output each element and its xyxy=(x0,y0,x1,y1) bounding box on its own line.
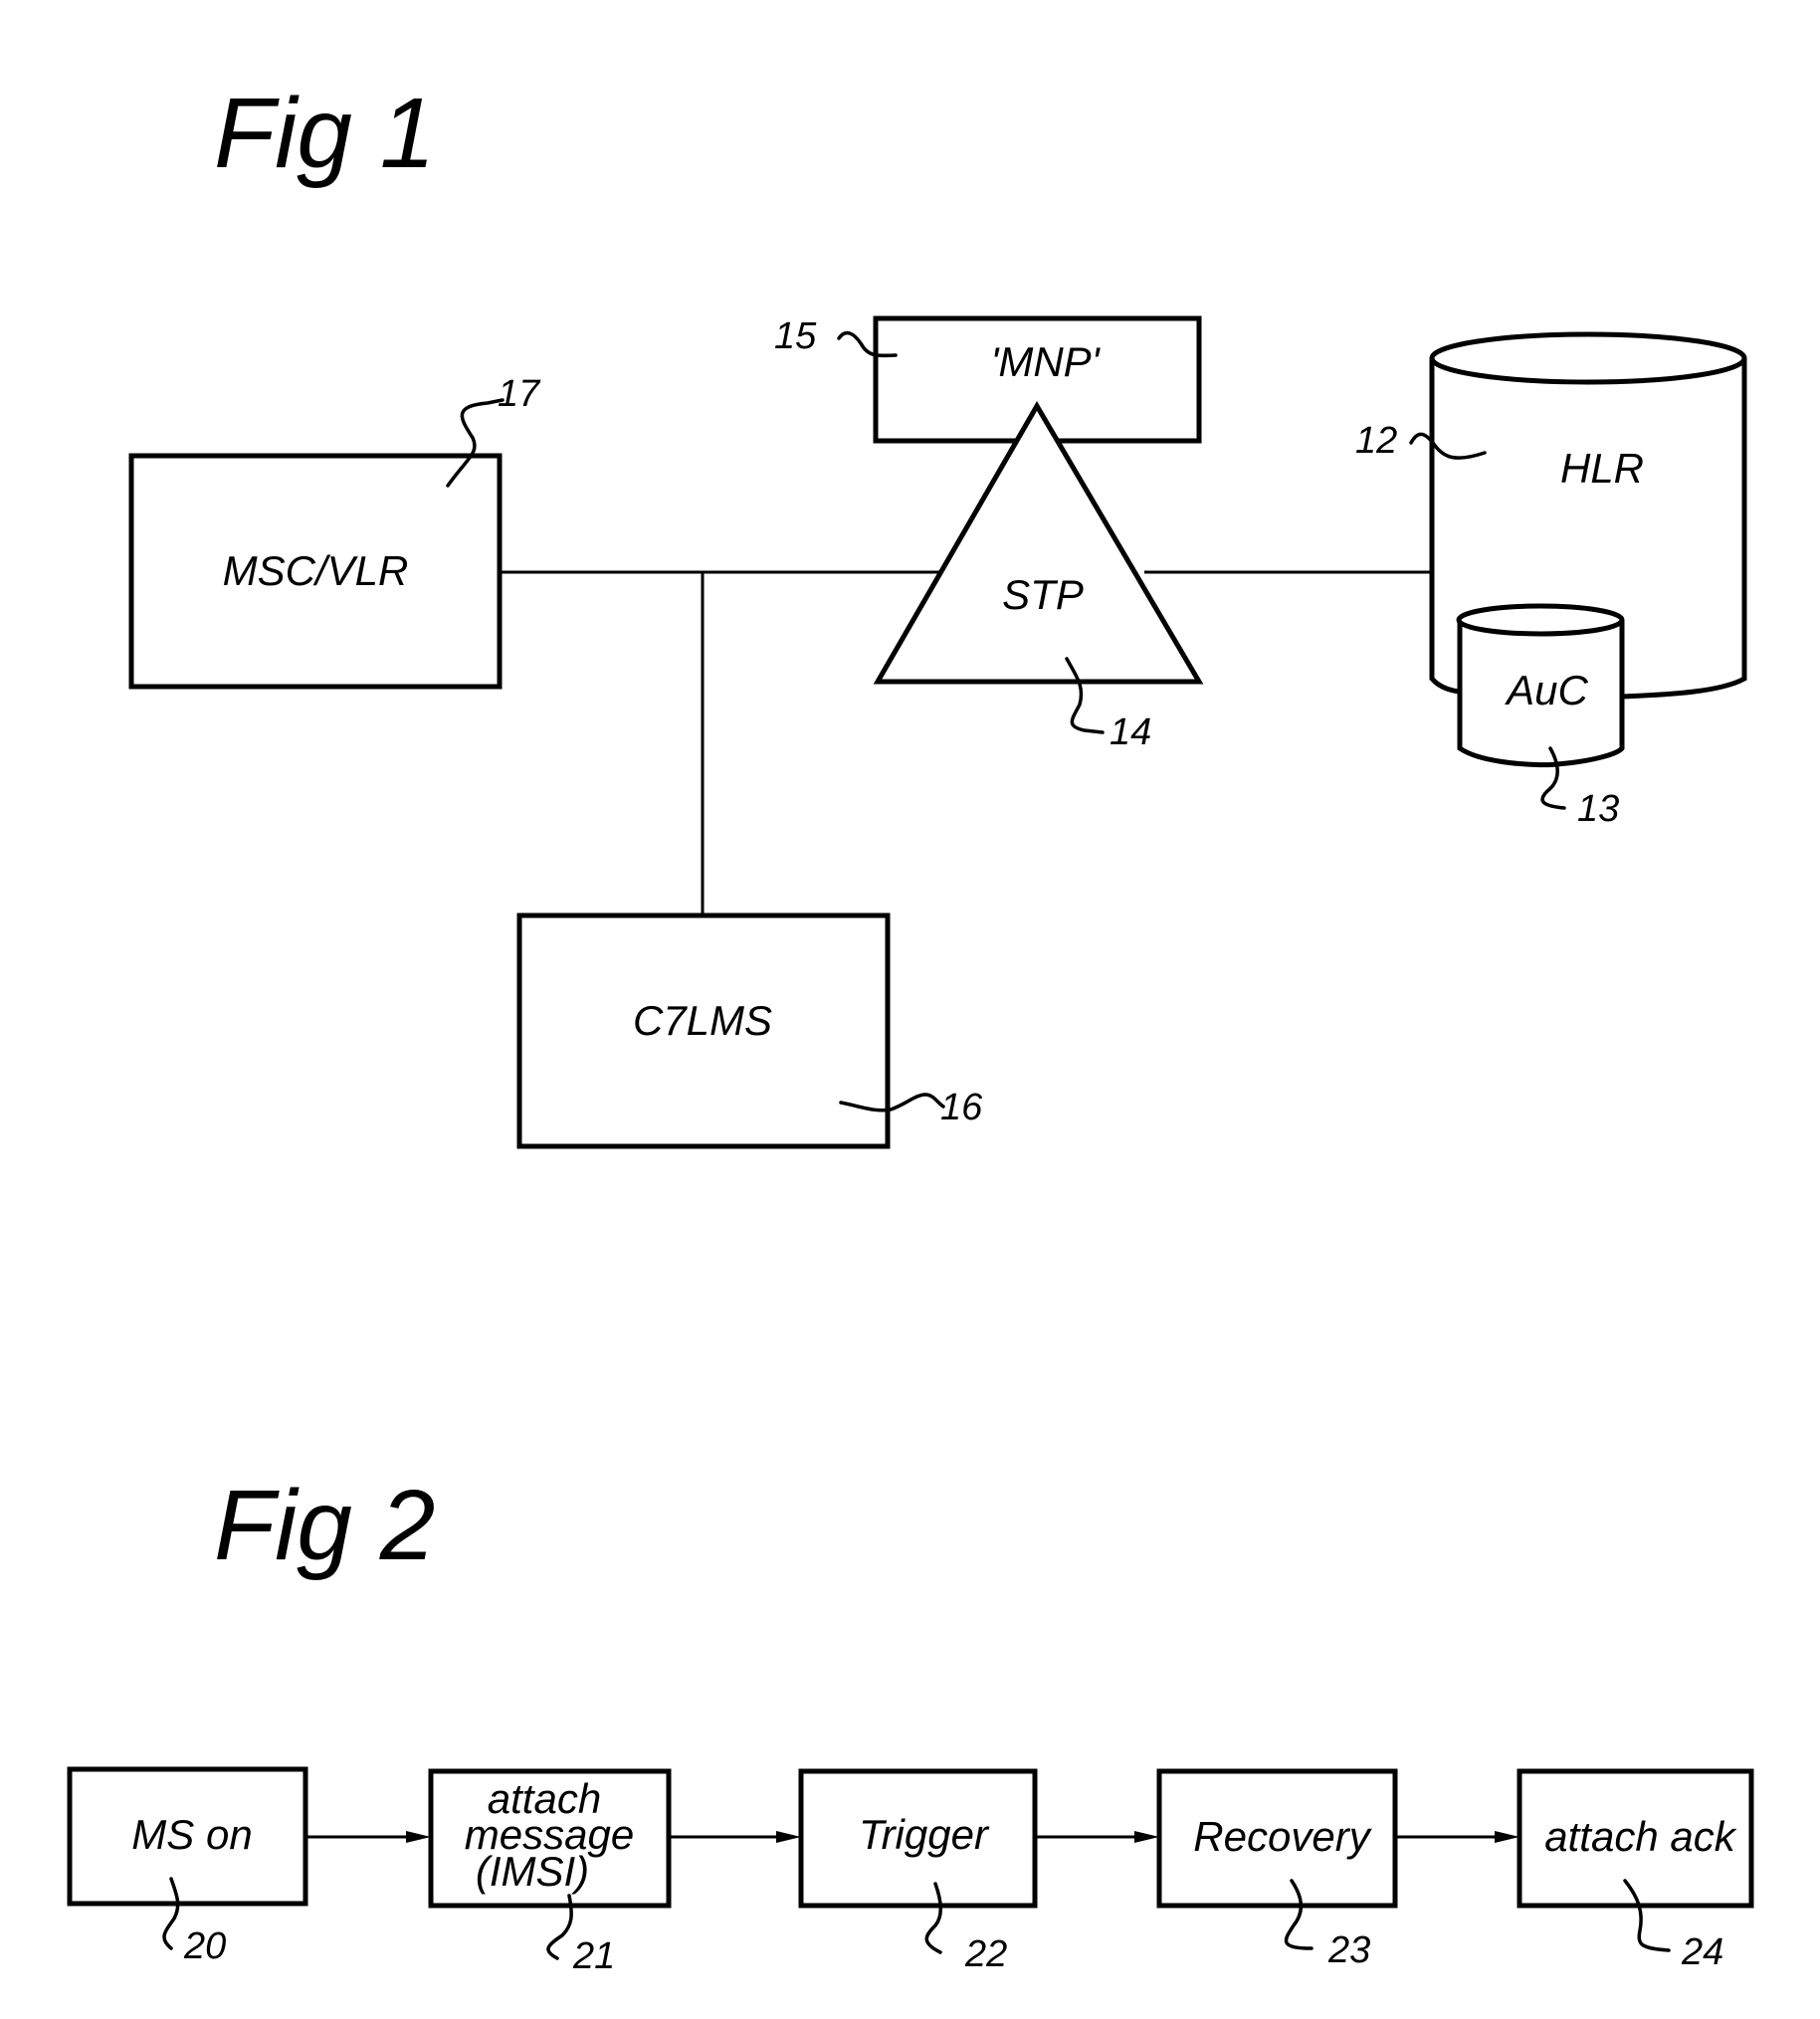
ref-number-24: 24 xyxy=(1681,1931,1723,1973)
node-msc-vlr: MSC/VLR 17 xyxy=(128,373,541,690)
hlr-top xyxy=(1429,331,1747,385)
ref-number-14: 14 xyxy=(1110,711,1151,753)
step-attach-ack: attach ack 24 xyxy=(1517,1768,1754,1973)
step-label-24: attach ack xyxy=(1544,1813,1736,1860)
node-stp: 14 STP 14 xyxy=(873,401,1204,753)
ref-number-21: 21 xyxy=(572,1935,615,1977)
ref-number-16: 16 xyxy=(940,1087,983,1128)
figure-1: Fig 1 MSC/VLR 17 'MNP' 15 14 STP 14 xyxy=(128,78,1747,1149)
figure-2: Fig 2 MS on 20 attach message (IMSI) 21 … xyxy=(67,1470,1754,1977)
arrowhead-2 xyxy=(776,1831,801,1843)
ref-leader-17 xyxy=(446,398,505,488)
step-label-23: Recovery xyxy=(1193,1813,1372,1860)
auc-label: AuC xyxy=(1504,667,1588,713)
arrowhead-4 xyxy=(1495,1831,1519,1843)
ref-leader-15 xyxy=(837,330,898,358)
ref-leader-16 xyxy=(839,1093,945,1112)
step-label-20: MS on xyxy=(131,1811,252,1858)
ref-number-17: 17 xyxy=(498,373,541,415)
step-recovery: Recovery 23 xyxy=(1156,1768,1398,1971)
msc-vlr-label: MSC/VLR xyxy=(223,547,409,594)
mnp-label: 'MNP' xyxy=(990,338,1101,385)
arrowhead-1 xyxy=(406,1831,431,1843)
ref-leader-23 xyxy=(1284,1879,1314,1950)
node-auc: AuC 13 xyxy=(1456,603,1625,830)
step-label-21-line-3: (IMSI) xyxy=(476,1848,589,1895)
ref-number-13: 13 xyxy=(1577,788,1619,830)
patent-drawing-sheet: Fig 1 MSC/VLR 17 'MNP' 15 14 STP 14 xyxy=(67,78,1754,1977)
ref-number-23: 23 xyxy=(1327,1929,1370,1971)
hlr-body-right xyxy=(1621,358,1747,700)
step-ms-on: MS on 20 xyxy=(67,1766,308,1967)
ref-leader-24 xyxy=(1623,1879,1671,1952)
stp-triangle xyxy=(873,401,1204,685)
figure-2-title: Fig 2 xyxy=(214,1470,435,1581)
ref-number-12: 12 xyxy=(1355,420,1397,462)
auc-top xyxy=(1456,603,1625,637)
step-trigger: Trigger 22 xyxy=(798,1768,1038,1975)
ref-number-22: 22 xyxy=(964,1933,1007,1975)
step-label-22: Trigger xyxy=(859,1811,990,1858)
ref-leader-12 xyxy=(1409,432,1487,460)
step-attach-message: attach message (IMSI) 21 xyxy=(428,1768,672,1977)
node-c7lms: C7LMS 16 xyxy=(516,912,983,1149)
stp-label-text: STP xyxy=(1002,571,1084,618)
c7lms-label: C7LMS xyxy=(633,997,772,1044)
arrowhead-3 xyxy=(1134,1831,1159,1843)
ref-leader-22 xyxy=(924,1882,942,1954)
ref-number-20: 20 xyxy=(183,1925,226,1967)
figure-1-title: Fig 1 xyxy=(214,78,435,189)
hlr-label: HLR xyxy=(1560,445,1644,492)
ref-leader-20 xyxy=(162,1877,180,1950)
node-mnp: 'MNP' 15 xyxy=(774,315,1202,444)
ref-number-15: 15 xyxy=(774,315,817,357)
